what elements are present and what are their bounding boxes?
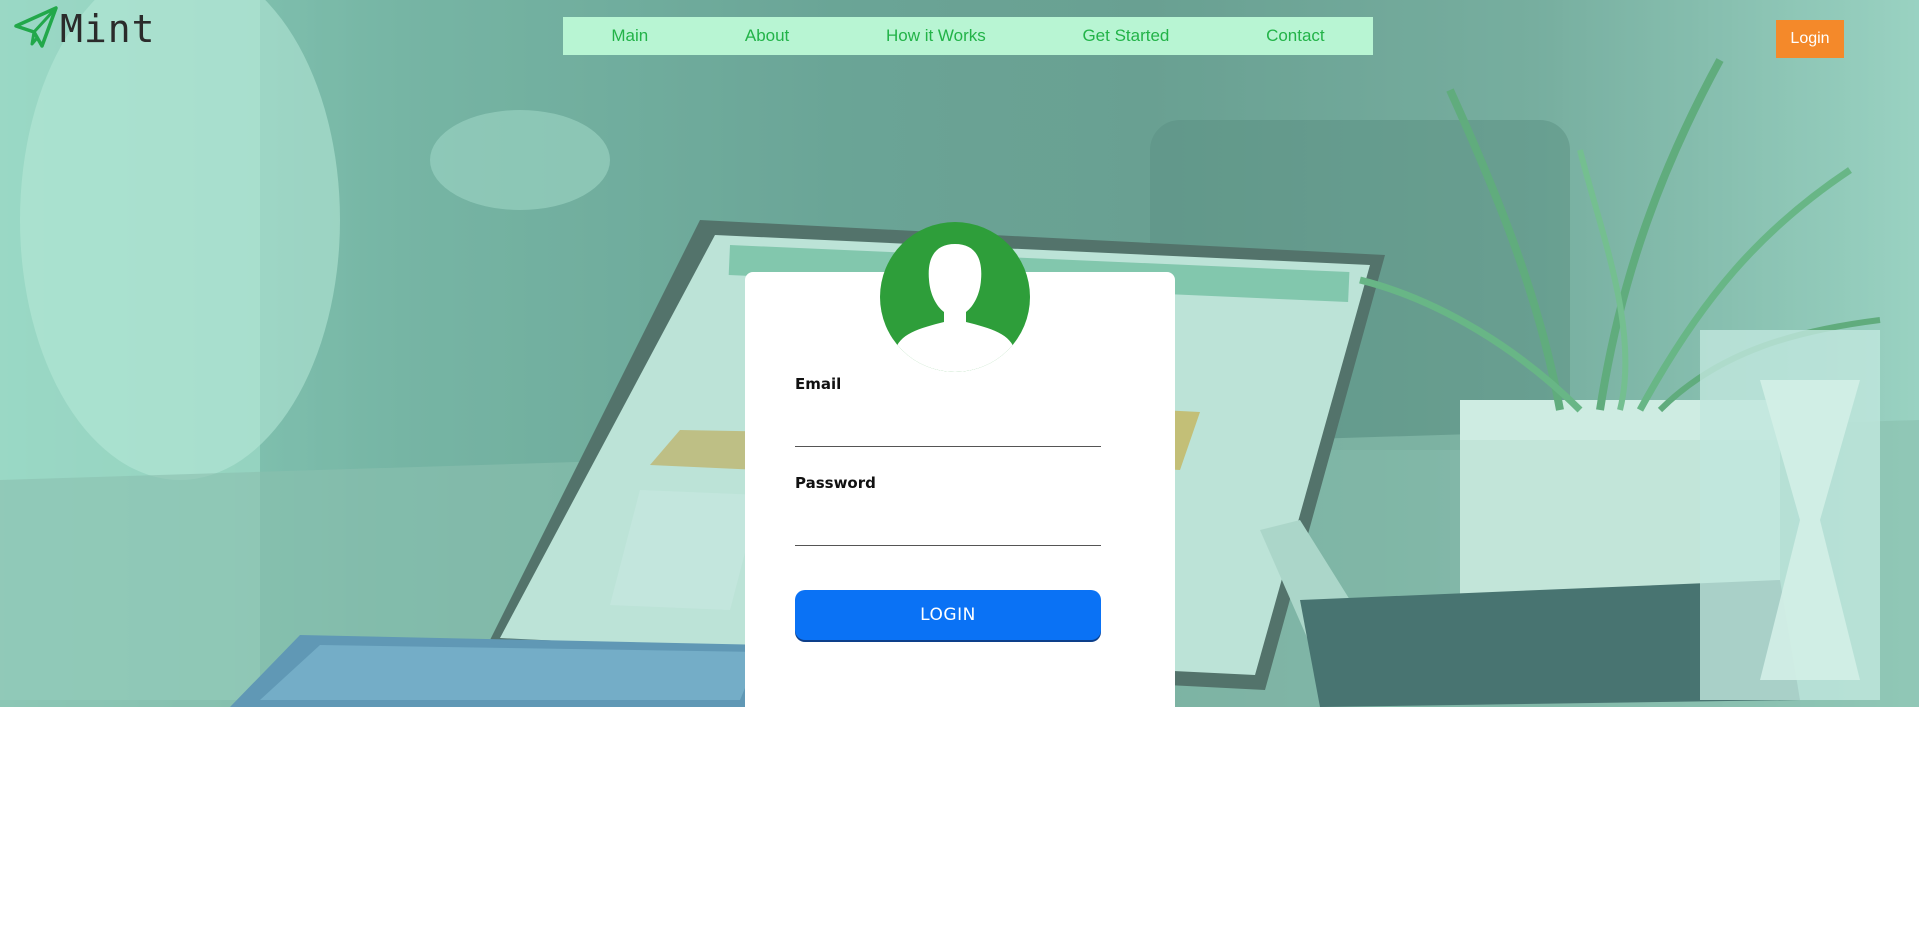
nav-item-contact[interactable]: Contact [1256,20,1335,52]
page: Mint Main About How it Works Get Started… [0,0,1919,941]
email-label: Email [795,375,842,393]
header-login-button[interactable]: Login [1776,20,1844,58]
nav-item-get-started[interactable]: Get Started [1072,20,1179,52]
brand-logo[interactable]: Mint [14,6,156,52]
nav-item-how-it-works[interactable]: How it Works [876,20,996,52]
password-field[interactable] [795,515,1101,546]
nav-item-main[interactable]: Main [601,20,658,52]
nav-item-about[interactable]: About [735,20,799,52]
paper-plane-icon [14,4,58,54]
email-field[interactable] [795,416,1101,447]
login-submit-button[interactable]: LOGIN [795,590,1101,640]
brand-name: Mint [60,7,156,51]
password-label: Password [795,474,876,492]
user-avatar-icon [880,222,1030,372]
main-nav: Main About How it Works Get Started Cont… [563,17,1373,55]
